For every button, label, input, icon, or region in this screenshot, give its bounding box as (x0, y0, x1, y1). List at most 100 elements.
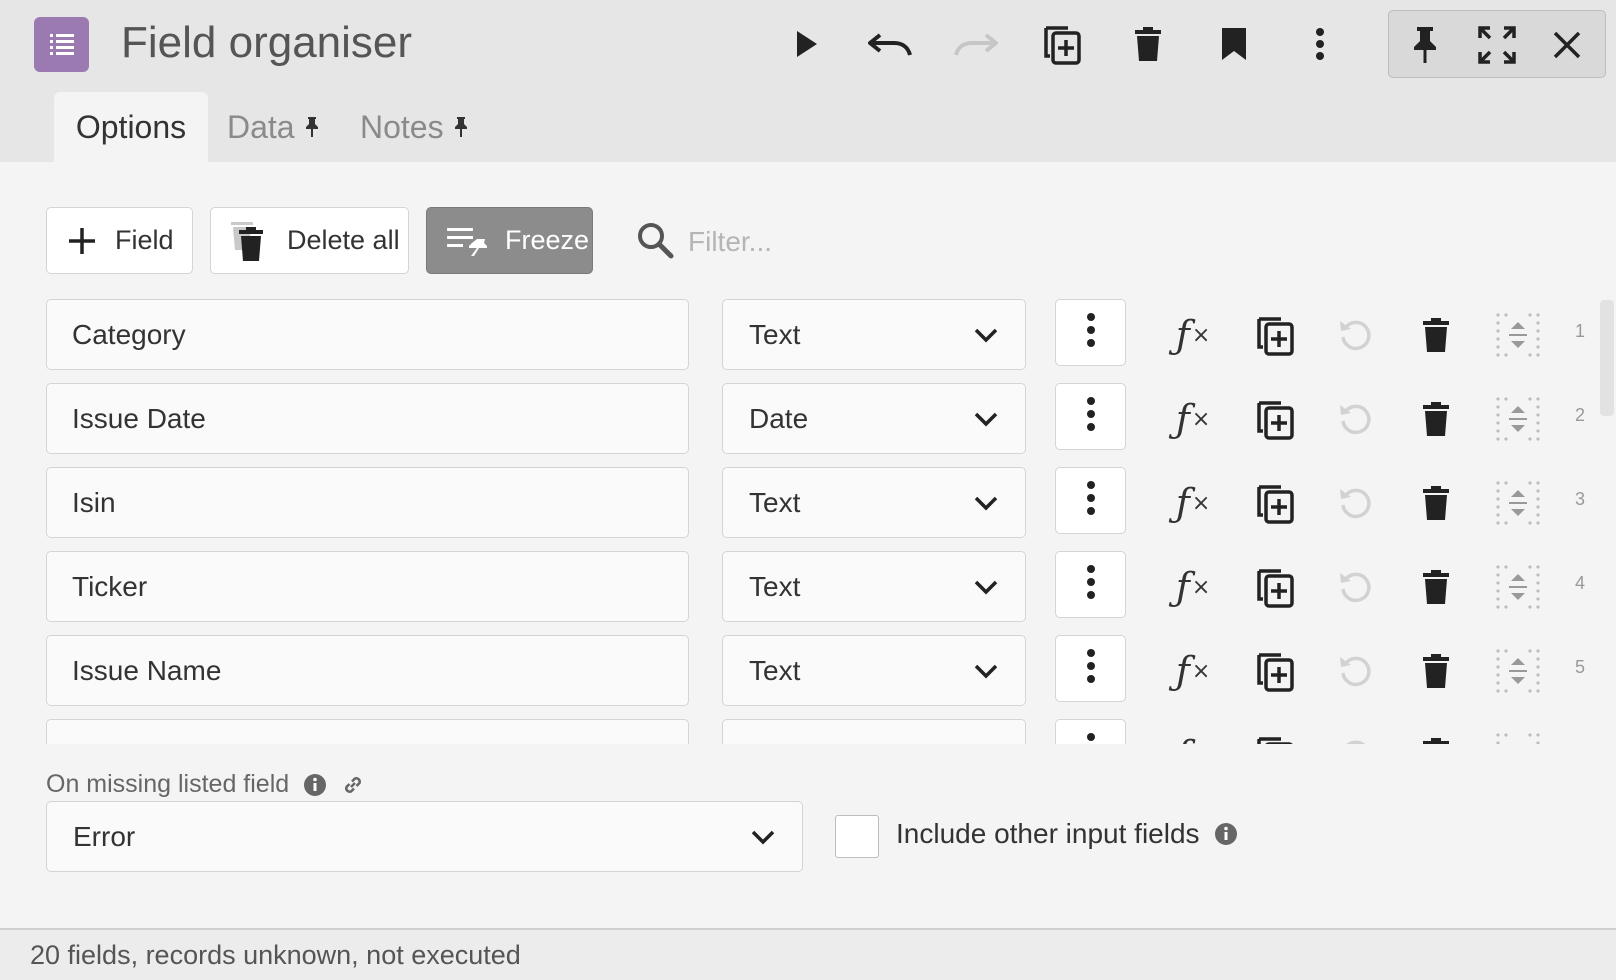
field-options-button[interactable] (1055, 383, 1126, 450)
field-row: Category Text ƒ × 1 (0, 299, 1600, 371)
duplicate-icon[interactable] (1036, 18, 1088, 70)
field-row: Ticker Text ƒ × 4 (0, 551, 1600, 623)
undo-icon[interactable] (864, 18, 916, 70)
field-list: Category Text ƒ × 1 Issue Date Date ƒ × 2 … (0, 290, 1616, 744)
tab-options[interactable]: Options (54, 92, 208, 162)
chevron-down-icon (973, 490, 999, 523)
duplicate-icon[interactable] (1247, 391, 1303, 447)
pin-icon[interactable] (1399, 19, 1451, 71)
more-vertical-icon (1086, 481, 1096, 520)
formula-icon[interactable]: ƒ× (1165, 475, 1221, 531)
scrollbar[interactable] (1600, 300, 1614, 416)
include-other-checkbox[interactable] (835, 815, 879, 858)
list-icon (34, 17, 89, 72)
drag-handle-icon[interactable] (1490, 391, 1546, 447)
field-type-select[interactable]: Text (722, 467, 1026, 538)
formula-icon[interactable]: ƒ× (1165, 307, 1221, 363)
more-vertical-icon (1086, 313, 1096, 352)
chevron-down-icon (973, 658, 999, 691)
trash-icon[interactable] (1408, 559, 1464, 615)
status-text: 20 fields, records unknown, not executed (30, 939, 521, 970)
freeze-button[interactable]: Freeze (426, 207, 593, 274)
chevron-down-icon (750, 824, 776, 857)
drag-handle-icon[interactable] (1490, 307, 1546, 363)
more-vertical-icon (1086, 565, 1096, 604)
delete-all-button[interactable]: Delete all (210, 207, 409, 274)
duplicate-icon[interactable] (1247, 307, 1303, 363)
field-type-select[interactable]: Date (722, 383, 1026, 454)
field-name-input[interactable]: Isin (46, 467, 689, 538)
duplicate-icon[interactable] (1247, 559, 1303, 615)
field-options-button[interactable] (1055, 635, 1126, 702)
maximize-icon[interactable] (1471, 19, 1523, 71)
formula-icon[interactable]: ƒ× (1165, 643, 1221, 699)
field-name-input[interactable]: Issue Name (46, 635, 689, 706)
add-field-label: Field (115, 225, 174, 255)
field-name-input[interactable]: Category (46, 299, 689, 370)
trash-icon[interactable] (1408, 727, 1464, 744)
drag-handle-icon[interactable] (1490, 475, 1546, 531)
duplicate-icon[interactable] (1247, 727, 1303, 744)
field-options-button[interactable] (1055, 299, 1126, 366)
link-icon[interactable] (341, 773, 365, 797)
info-icon[interactable] (1214, 822, 1238, 846)
reset-icon[interactable] (1327, 643, 1383, 699)
field-type-select[interactable]: Text (722, 551, 1026, 622)
field-type-value: Date (749, 402, 809, 434)
trash-icon[interactable] (1408, 643, 1464, 699)
close-icon[interactable] (1541, 19, 1593, 71)
field-row: Issue Date Date ƒ × 2 (0, 383, 1600, 455)
tab-notes[interactable]: Notes (360, 92, 468, 162)
field-name-input[interactable]: Ticker (46, 551, 689, 622)
window-title: Field organiser (121, 18, 413, 67)
field-type-select[interactable]: Text (722, 299, 1026, 370)
filter-input[interactable] (688, 226, 928, 258)
field-type-value: Text (749, 486, 801, 518)
field-name-input[interactable] (46, 719, 689, 744)
more-vertical-icon (1086, 397, 1096, 436)
duplicate-icon[interactable] (1247, 643, 1303, 699)
reset-icon[interactable] (1327, 475, 1383, 531)
missing-field-value: Error (73, 820, 136, 852)
row-number: 2 (1574, 405, 1585, 425)
redo-icon[interactable] (950, 18, 1002, 70)
trash-icon[interactable] (1408, 307, 1464, 363)
drag-handle-icon[interactable] (1490, 559, 1546, 615)
bookmark-icon[interactable] (1208, 18, 1260, 70)
formula-icon[interactable]: ƒ× (1165, 727, 1221, 744)
more-vertical-icon[interactable] (1294, 18, 1346, 70)
field-type-value: Text (749, 318, 801, 350)
missing-field-label: On missing listed field (46, 770, 365, 799)
delete-all-label: Delete all (287, 225, 400, 255)
formula-icon[interactable]: ƒ× (1165, 559, 1221, 615)
pin-icon[interactable] (305, 116, 319, 138)
field-type-select[interactable]: Text (722, 635, 1026, 706)
trash-icon[interactable] (1122, 18, 1174, 70)
pin-icon[interactable] (454, 116, 468, 138)
drag-handle-icon[interactable] (1490, 727, 1546, 744)
tab-notes-label: Notes (360, 108, 444, 145)
window-controls (1388, 10, 1606, 78)
more-vertical-icon (1086, 733, 1096, 744)
reset-icon[interactable] (1327, 391, 1383, 447)
reset-icon[interactable] (1327, 559, 1383, 615)
reset-icon[interactable] (1327, 307, 1383, 363)
duplicate-icon[interactable] (1247, 475, 1303, 531)
field-name-input[interactable]: Issue Date (46, 383, 689, 454)
missing-field-select[interactable]: Error (46, 801, 803, 872)
tab-data[interactable]: Data (227, 92, 319, 162)
play-icon[interactable] (780, 18, 832, 70)
drag-handle-icon[interactable] (1490, 643, 1546, 699)
field-type-select[interactable] (722, 719, 1026, 744)
chevron-down-icon (973, 574, 999, 607)
trash-icon[interactable] (1408, 475, 1464, 531)
info-icon[interactable] (303, 773, 327, 797)
formula-icon[interactable]: ƒ× (1165, 391, 1221, 447)
field-options-button[interactable] (1055, 467, 1126, 534)
field-options-button[interactable] (1055, 719, 1126, 744)
trash-icon[interactable] (1408, 391, 1464, 447)
row-number: 5 (1574, 657, 1585, 677)
field-options-button[interactable] (1055, 551, 1126, 618)
add-field-button[interactable]: Field (46, 207, 193, 274)
reset-icon[interactable] (1327, 727, 1383, 744)
